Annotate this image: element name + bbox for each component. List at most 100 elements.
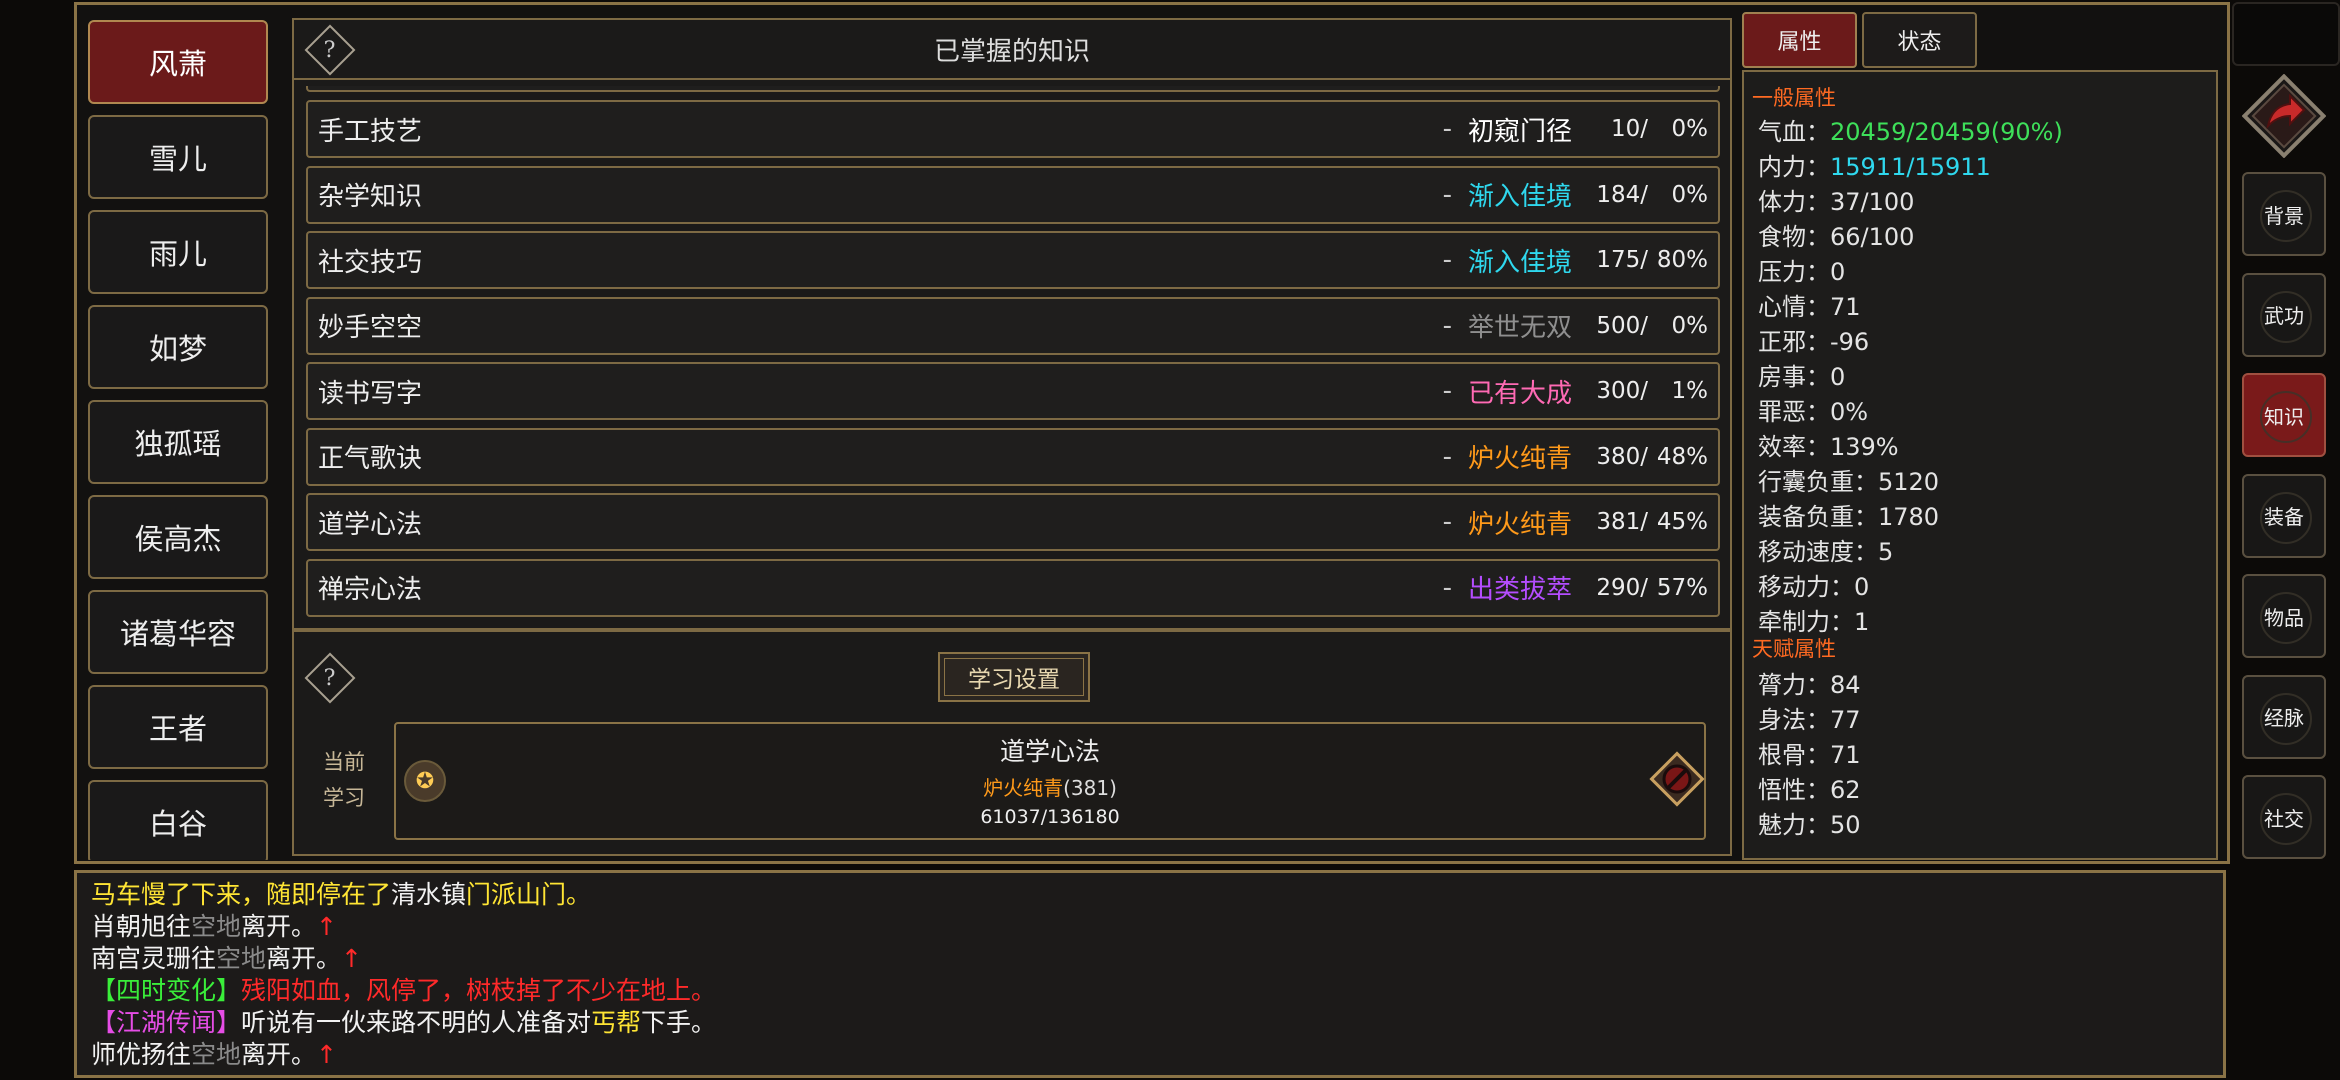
attribute-value: 0: [1830, 258, 1846, 286]
side-menu-button[interactable]: 社交: [2242, 775, 2326, 859]
side-menu-button[interactable]: 装备: [2242, 473, 2326, 558]
attribute-value: 0%: [1830, 398, 1869, 426]
skill-row[interactable]: 正气歌诀 - 炉火纯青 380/48%: [306, 427, 1720, 486]
attribute-label: 装备负重：: [1758, 503, 1878, 531]
skill-name: 妙手空空: [318, 313, 423, 343]
attribute-value: 20459/20459(90%): [1830, 118, 2063, 146]
log-segment: 师优扬往: [91, 1040, 192, 1069]
character-item[interactable]: 如梦: [88, 305, 268, 389]
side-menu-button[interactable]: 物品: [2242, 574, 2326, 658]
attribute-line: 身法：77: [1758, 700, 1861, 735]
skill-percent: 48%: [1656, 443, 1708, 470]
log-line: 肖朝旭往空地离开。↑: [91, 911, 2209, 943]
tab-attributes[interactable]: 属性: [1742, 12, 1857, 68]
side-menu-button[interactable]: 武功: [2242, 272, 2326, 357]
character-item[interactable]: 雪儿: [88, 115, 268, 199]
character-item[interactable]: 风萧: [88, 20, 268, 104]
character-item[interactable]: 独孤瑶: [88, 400, 268, 484]
attribute-value: 15911/15911: [1830, 153, 1991, 181]
skill-percent: 0%: [1671, 116, 1709, 142]
log-segment: 【江湖传闻】: [91, 1008, 242, 1037]
attribute-value: 50: [1830, 811, 1861, 839]
attribute-label: 身法：: [1758, 706, 1830, 734]
skill-dash: -: [1442, 441, 1452, 472]
attributes-panel[interactable]: 一般属性 气血：20459/20459(90%) 内力：15911/15911 体力：…: [1742, 70, 2218, 860]
log-line: 【江湖传闻】听说有一伙来路不明的人准备对丐帮下手。: [91, 1007, 2209, 1039]
current-study-label: 当前 学习: [323, 750, 365, 810]
knowledge-panel: ? 已掌握的知识 手工技艺 - 初窥门径 10/0% 杂学知识 - 渐入佳境 184/0% 社交…: [292, 18, 1732, 630]
message-log[interactable]: 马车慢了下来，随即停在了清水镇门派山门。 肖朝旭往空地离开。↑ 南宫灵珊往空地离开。…: [74, 870, 2226, 1078]
character-item[interactable]: 白谷: [88, 780, 268, 860]
skill-dash: -: [1442, 114, 1452, 144]
log-segment: ↑: [316, 912, 337, 941]
attribute-label: 效率：: [1758, 433, 1830, 461]
cancel-study-icon[interactable]: [1648, 750, 1706, 808]
attribute-line: 装备负重：1780: [1758, 497, 1939, 532]
skill-percent: 80%: [1656, 247, 1708, 273]
skill-percent: 0%: [1671, 181, 1709, 208]
side-menu-label: 装备: [2264, 505, 2304, 529]
log-line: 南宫灵珊往空地离开。↑: [91, 943, 2209, 975]
help-icon[interactable]: ?: [304, 652, 356, 704]
attribute-line: 移动速度：5: [1758, 532, 1893, 567]
section-title-general: 一般属性: [1752, 86, 1836, 110]
skill-percent: 45%: [1656, 509, 1708, 535]
side-menu-button[interactable]: 背景: [2242, 172, 2326, 256]
skill-points: 381/: [1596, 509, 1648, 535]
character-item[interactable]: 雨儿: [88, 210, 268, 294]
log-segment: 南宫灵珊往: [91, 944, 217, 973]
log-segment: 清水镇: [391, 880, 467, 909]
current-study-card[interactable]: ✪ 道学心法 炉火纯青(381) 61037/136180: [394, 722, 1706, 840]
skill-row[interactable]: 读书写字 - 已有大成 300/1%: [306, 362, 1720, 420]
attribute-label: 牵制力：: [1758, 608, 1854, 636]
attribute-label: 根骨：: [1758, 741, 1830, 769]
attribute-value: 1780: [1878, 503, 1940, 531]
attribute-line: 魅力：50: [1758, 805, 1861, 840]
side-menu-label: 经脉: [2264, 706, 2304, 730]
attribute-value: 139%: [1830, 433, 1899, 461]
study-settings-button[interactable]: 学习设置: [938, 652, 1090, 702]
current-study-level: 炉火纯青(381): [983, 776, 1117, 800]
help-icon[interactable]: ?: [304, 24, 356, 76]
attribute-line: 房事：0: [1758, 357, 1845, 392]
attribute-label: 食物：: [1758, 223, 1830, 251]
skill-row[interactable]: 杂学知识 - 渐入佳境 184/0%: [306, 165, 1720, 224]
attribute-value: 71: [1830, 293, 1861, 321]
tab-status[interactable]: 状态: [1862, 12, 1977, 68]
attribute-label: 内力：: [1758, 153, 1830, 181]
skill-dash: -: [1442, 572, 1452, 603]
knowledge-header: ? 已掌握的知识: [294, 20, 1730, 80]
attribute-label: 房事：: [1758, 363, 1830, 391]
skill-name: 禅宗心法: [318, 575, 423, 605]
skill-row[interactable]: 手工技艺 - 初窥门径 10/0%: [306, 100, 1720, 158]
return-arrow-icon[interactable]: [2242, 74, 2326, 158]
attribute-value: 71: [1830, 741, 1861, 769]
character-list[interactable]: 风萧 雪儿 雨儿 如梦 独孤瑶 侯高杰 诸葛华容 王者 白谷: [88, 20, 268, 860]
skill-dash: -: [1442, 179, 1452, 210]
character-item[interactable]: 王者: [88, 685, 268, 769]
side-menu-label: 社交: [2264, 806, 2304, 831]
skill-row[interactable]: 道学心法 - 炉火纯青 381/45%: [306, 493, 1720, 551]
character-item[interactable]: 侯高杰: [88, 495, 268, 579]
attribute-line: 正邪：-96: [1758, 322, 1869, 357]
character-item[interactable]: 诸葛华容: [88, 590, 268, 674]
attribute-label: 魅力：: [1758, 811, 1830, 839]
side-menu-button[interactable]: 经脉: [2242, 674, 2326, 759]
attribute-value: 0: [1854, 573, 1870, 601]
attribute-line: 体力：37/100: [1758, 182, 1914, 217]
skill-percent: 57%: [1656, 574, 1708, 601]
skill-row[interactable]: 社交技巧 - 渐入佳境 175/80%: [306, 231, 1720, 289]
skill-name: 读书写字: [318, 378, 423, 409]
attribute-label: 行囊负重：: [1758, 468, 1878, 496]
skill-row[interactable]: 妙手空空 - 举世无双 500/0%: [306, 296, 1720, 355]
side-menu-button[interactable]: 知识: [2242, 373, 2326, 457]
skill-list[interactable]: 手工技艺 - 初窥门径 10/0% 杂学知识 - 渐入佳境 184/0% 社交技巧 - 渐入佳境 17…: [306, 86, 1720, 626]
log-segment: 马车慢了下来，随即停在了: [91, 880, 392, 909]
attribute-label: 心情：: [1758, 293, 1830, 321]
attribute-value: 0: [1830, 363, 1846, 391]
skill-dash: -: [1442, 376, 1452, 406]
current-study-name: 道学心法: [999, 737, 1100, 766]
skill-row[interactable]: 禅宗心法 - 出类拔萃 290/57%: [306, 558, 1720, 617]
attribute-value: -96: [1830, 328, 1870, 356]
side-menu-label: 背景: [2264, 203, 2304, 228]
